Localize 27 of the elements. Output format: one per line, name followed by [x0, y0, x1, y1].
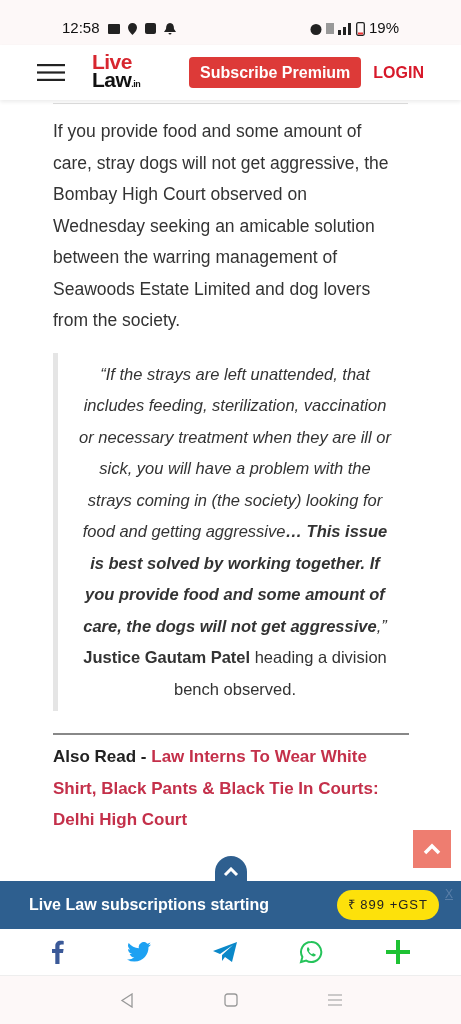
subscribe-premium-button[interactable]: Subscribe Premium — [189, 57, 362, 88]
home-icon[interactable] — [223, 993, 238, 1007]
whatsapp-icon[interactable] — [299, 940, 324, 964]
status-time: 12:58 — [62, 18, 100, 39]
recents-icon[interactable] — [327, 994, 342, 1006]
price-button[interactable]: ₹ 899 +GST — [336, 890, 439, 920]
telegram-icon[interactable] — [212, 942, 237, 962]
plus-icon[interactable] — [385, 940, 410, 964]
banner-text: Live Law subscriptions starting — [29, 895, 270, 915]
scroll-to-top-button[interactable] — [413, 830, 451, 868]
bell-icon — [163, 22, 176, 35]
livelaw-logo[interactable]: Live Law.in — [92, 52, 141, 93]
twitter-icon[interactable] — [126, 942, 151, 962]
article-paragraph: If you provide food and some amount of care, stray dogs will not get aggressive, the Bombay High Court observed on Wednesday seeking an amicable solution between the warring management of Seawoods Estate Limited and dog lovers from the society. — [53, 120, 390, 332]
signal-icon — [337, 22, 352, 35]
chevron-up-icon — [223, 866, 239, 877]
battery-percentage: 19% — [368, 18, 399, 39]
quote-text: “If the strays are left unattended, that includes feeding, sterilization, vaccination or necessary treatment when they are ill or sick, you will have a problem with the strays coming in (the society) looking for food and getting aggressive… This issue is best solved by working together. If you provide food and some amount of care, the dogs will not get aggressive,” Justice Gautam Patel heading a division bench observed. — [78, 363, 393, 700]
login-link[interactable]: LOGIN — [373, 60, 424, 85]
expand-banner-button[interactable] — [215, 856, 247, 884]
facebook-icon[interactable] — [51, 940, 65, 964]
also-read-text: Also Read - Law Interns To Wear White Shirt, Black Pants & Black Tie In Courts: Delhi High Court — [53, 746, 380, 831]
battery-icon — [355, 21, 365, 36]
menu-icon[interactable] — [37, 64, 65, 81]
back-icon[interactable] — [119, 992, 134, 1008]
chevron-up-icon — [423, 843, 441, 855]
location-icon — [127, 22, 137, 35]
